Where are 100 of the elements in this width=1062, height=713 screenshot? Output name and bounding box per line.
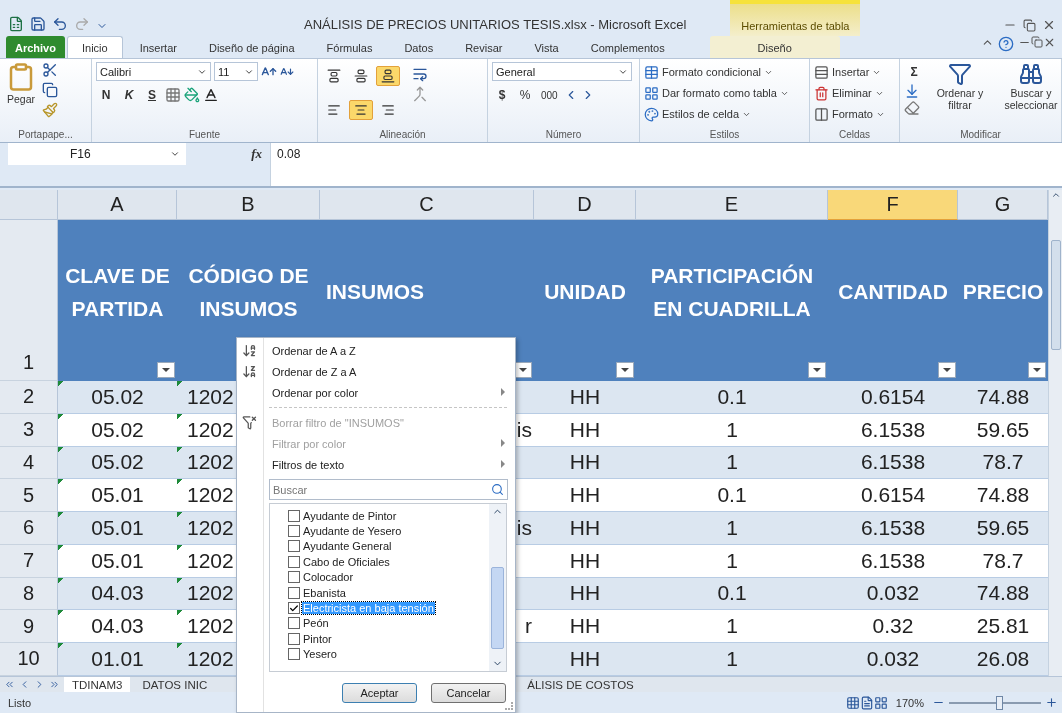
checkbox[interactable]	[288, 648, 300, 661]
styles-menu-button[interactable]: Estilos de celda	[644, 104, 789, 124]
ribbon-tab[interactable]: Archivo	[6, 36, 65, 58]
currency-button[interactable]: $	[492, 85, 512, 105]
menu-item[interactable]: Ordenar de A a Z	[237, 340, 515, 361]
menu-item[interactable]: Ordenar de Z a A	[237, 361, 515, 382]
copy-icon[interactable]	[42, 82, 58, 98]
checkbox[interactable]	[288, 540, 300, 553]
borders-icon[interactable]	[165, 87, 181, 103]
normal-view-icon[interactable]	[845, 695, 860, 710]
column-header[interactable]: D	[534, 190, 636, 220]
ribbon-tab[interactable]: Datos	[389, 36, 449, 58]
autosum-button[interactable]: Σ	[904, 62, 924, 82]
spreadsheet-logo-icon[interactable]	[8, 16, 24, 32]
insert-function-button[interactable]: fx	[186, 143, 270, 165]
filter-dropdown-icon[interactable]	[938, 362, 956, 378]
row-header[interactable]: 7	[0, 544, 58, 578]
column-header[interactable]: G	[958, 190, 1048, 220]
row-header[interactable]: 9	[0, 610, 58, 643]
page-break-icon[interactable]	[873, 695, 888, 710]
row-header[interactable]: 2	[0, 381, 58, 414]
paste-button[interactable]: Pegar	[4, 62, 38, 129]
wrap-text-icon[interactable]	[412, 66, 428, 82]
checkbox[interactable]	[288, 571, 300, 584]
checkbox[interactable]	[288, 555, 300, 568]
ribbon-tab[interactable]: Revisar	[450, 36, 518, 58]
checkbox[interactable]	[288, 586, 300, 599]
column-header[interactable]: B	[177, 190, 320, 220]
row-header[interactable]: 5	[0, 479, 58, 512]
ribbon-tab[interactable]: Insertar	[124, 36, 192, 58]
checkbox[interactable]	[288, 602, 300, 615]
number-format-field[interactable]: General	[492, 62, 632, 81]
row-header[interactable]: 8	[0, 577, 58, 611]
checkbox[interactable]	[288, 525, 300, 538]
close-icon[interactable]	[1042, 18, 1056, 32]
cells-menu-button[interactable]: Formato	[814, 104, 885, 124]
cells-menu-button[interactable]: Eliminar	[814, 83, 885, 103]
scrollbar-thumb[interactable]	[491, 566, 504, 649]
styles-menu-button[interactable]: Formato condicional	[644, 62, 789, 82]
ok-button[interactable]: Aceptar	[342, 683, 417, 703]
font-size-field[interactable]: 11	[214, 62, 258, 81]
row-header[interactable]: 3	[0, 413, 58, 447]
column-header[interactable]: F	[828, 190, 958, 220]
sort-filter-button[interactable]: Ordenar y filtrar	[928, 62, 992, 129]
restore-icon[interactable]	[1023, 19, 1036, 32]
ribbon-tab[interactable]: Inicio	[66, 36, 123, 58]
bold-button[interactable]: N	[96, 85, 116, 105]
search-field[interactable]: Buscar	[269, 479, 508, 500]
styles-menu-button[interactable]: Dar formato como tabla	[644, 83, 789, 103]
ribbon-tab[interactable]: Diseño	[709, 36, 840, 58]
page-layout-icon[interactable]	[859, 695, 874, 710]
row-header[interactable]: 4	[0, 446, 58, 480]
sheet-tab[interactable]: TDINAM3	[64, 677, 131, 692]
ribbon-tab[interactable]: Fórmulas	[311, 36, 388, 58]
zoom-in-icon[interactable]	[1045, 696, 1058, 709]
row-header[interactable]: 1	[0, 220, 58, 381]
column-header[interactable]: E	[636, 190, 828, 220]
find-select-button[interactable]: Buscar y seleccionar	[996, 62, 1062, 129]
scrollbar-thumb[interactable]	[1050, 240, 1061, 350]
row-header[interactable]: 6	[0, 512, 58, 545]
name-box[interactable]: F16	[8, 143, 186, 165]
group-label: Alineación	[378, 129, 427, 142]
sheet-tab[interactable]: ÁLISIS DE COSTOS	[519, 677, 642, 692]
scroll-up-icon[interactable]	[1050, 190, 1061, 200]
filter-dropdown-icon[interactable]	[616, 362, 634, 378]
first-sheet-icon[interactable]	[4, 679, 15, 690]
undo-icon[interactable]	[52, 16, 68, 32]
percent-button[interactable]: %	[515, 85, 535, 105]
cells-menu-button[interactable]: Insertar	[814, 62, 885, 82]
underline-button[interactable]: S	[142, 85, 162, 105]
filter-dropdown-icon[interactable]	[808, 362, 826, 378]
column-header[interactable]: A	[58, 190, 177, 220]
filter-dropdown-icon[interactable]	[1028, 362, 1046, 378]
font-color-icon[interactable]	[203, 87, 219, 103]
row-header[interactable]: 10	[0, 643, 58, 676]
formula-field[interactable]: 0.08	[270, 143, 1062, 186]
filter-dropdown-icon[interactable]	[157, 362, 175, 378]
font-name-field[interactable]: Calibri	[96, 62, 211, 81]
sheet-tab[interactable]: DATOS INIC	[134, 677, 216, 692]
save-icon[interactable]	[30, 16, 46, 32]
funnel-icon	[948, 62, 972, 86]
cancel-button[interactable]: Cancelar	[431, 683, 506, 703]
fill-color-icon[interactable]	[184, 87, 200, 103]
last-sheet-icon[interactable]	[49, 679, 60, 690]
resize-grip-icon[interactable]	[505, 702, 513, 710]
alignment-button[interactable]	[376, 66, 400, 86]
column-header[interactable]: C	[320, 190, 534, 220]
ribbon-tab[interactable]: Diseño de página	[193, 36, 310, 58]
checkbox[interactable]	[288, 617, 300, 630]
ribbon-tab[interactable]: Vista	[519, 36, 574, 58]
cut-icon[interactable]	[42, 62, 58, 78]
zoom-slider-thumb[interactable]	[995, 695, 1003, 710]
alignment-button[interactable]	[349, 99, 373, 120]
italic-button[interactable]: K	[119, 85, 139, 105]
merge-cells-icon[interactable]	[412, 86, 428, 102]
checkbox[interactable]	[288, 632, 300, 645]
checkbox[interactable]	[288, 509, 300, 522]
ribbon-tab[interactable]: Complementos	[575, 36, 680, 58]
align-right-icon	[381, 102, 395, 117]
thousands-button[interactable]: 000	[538, 85, 561, 105]
